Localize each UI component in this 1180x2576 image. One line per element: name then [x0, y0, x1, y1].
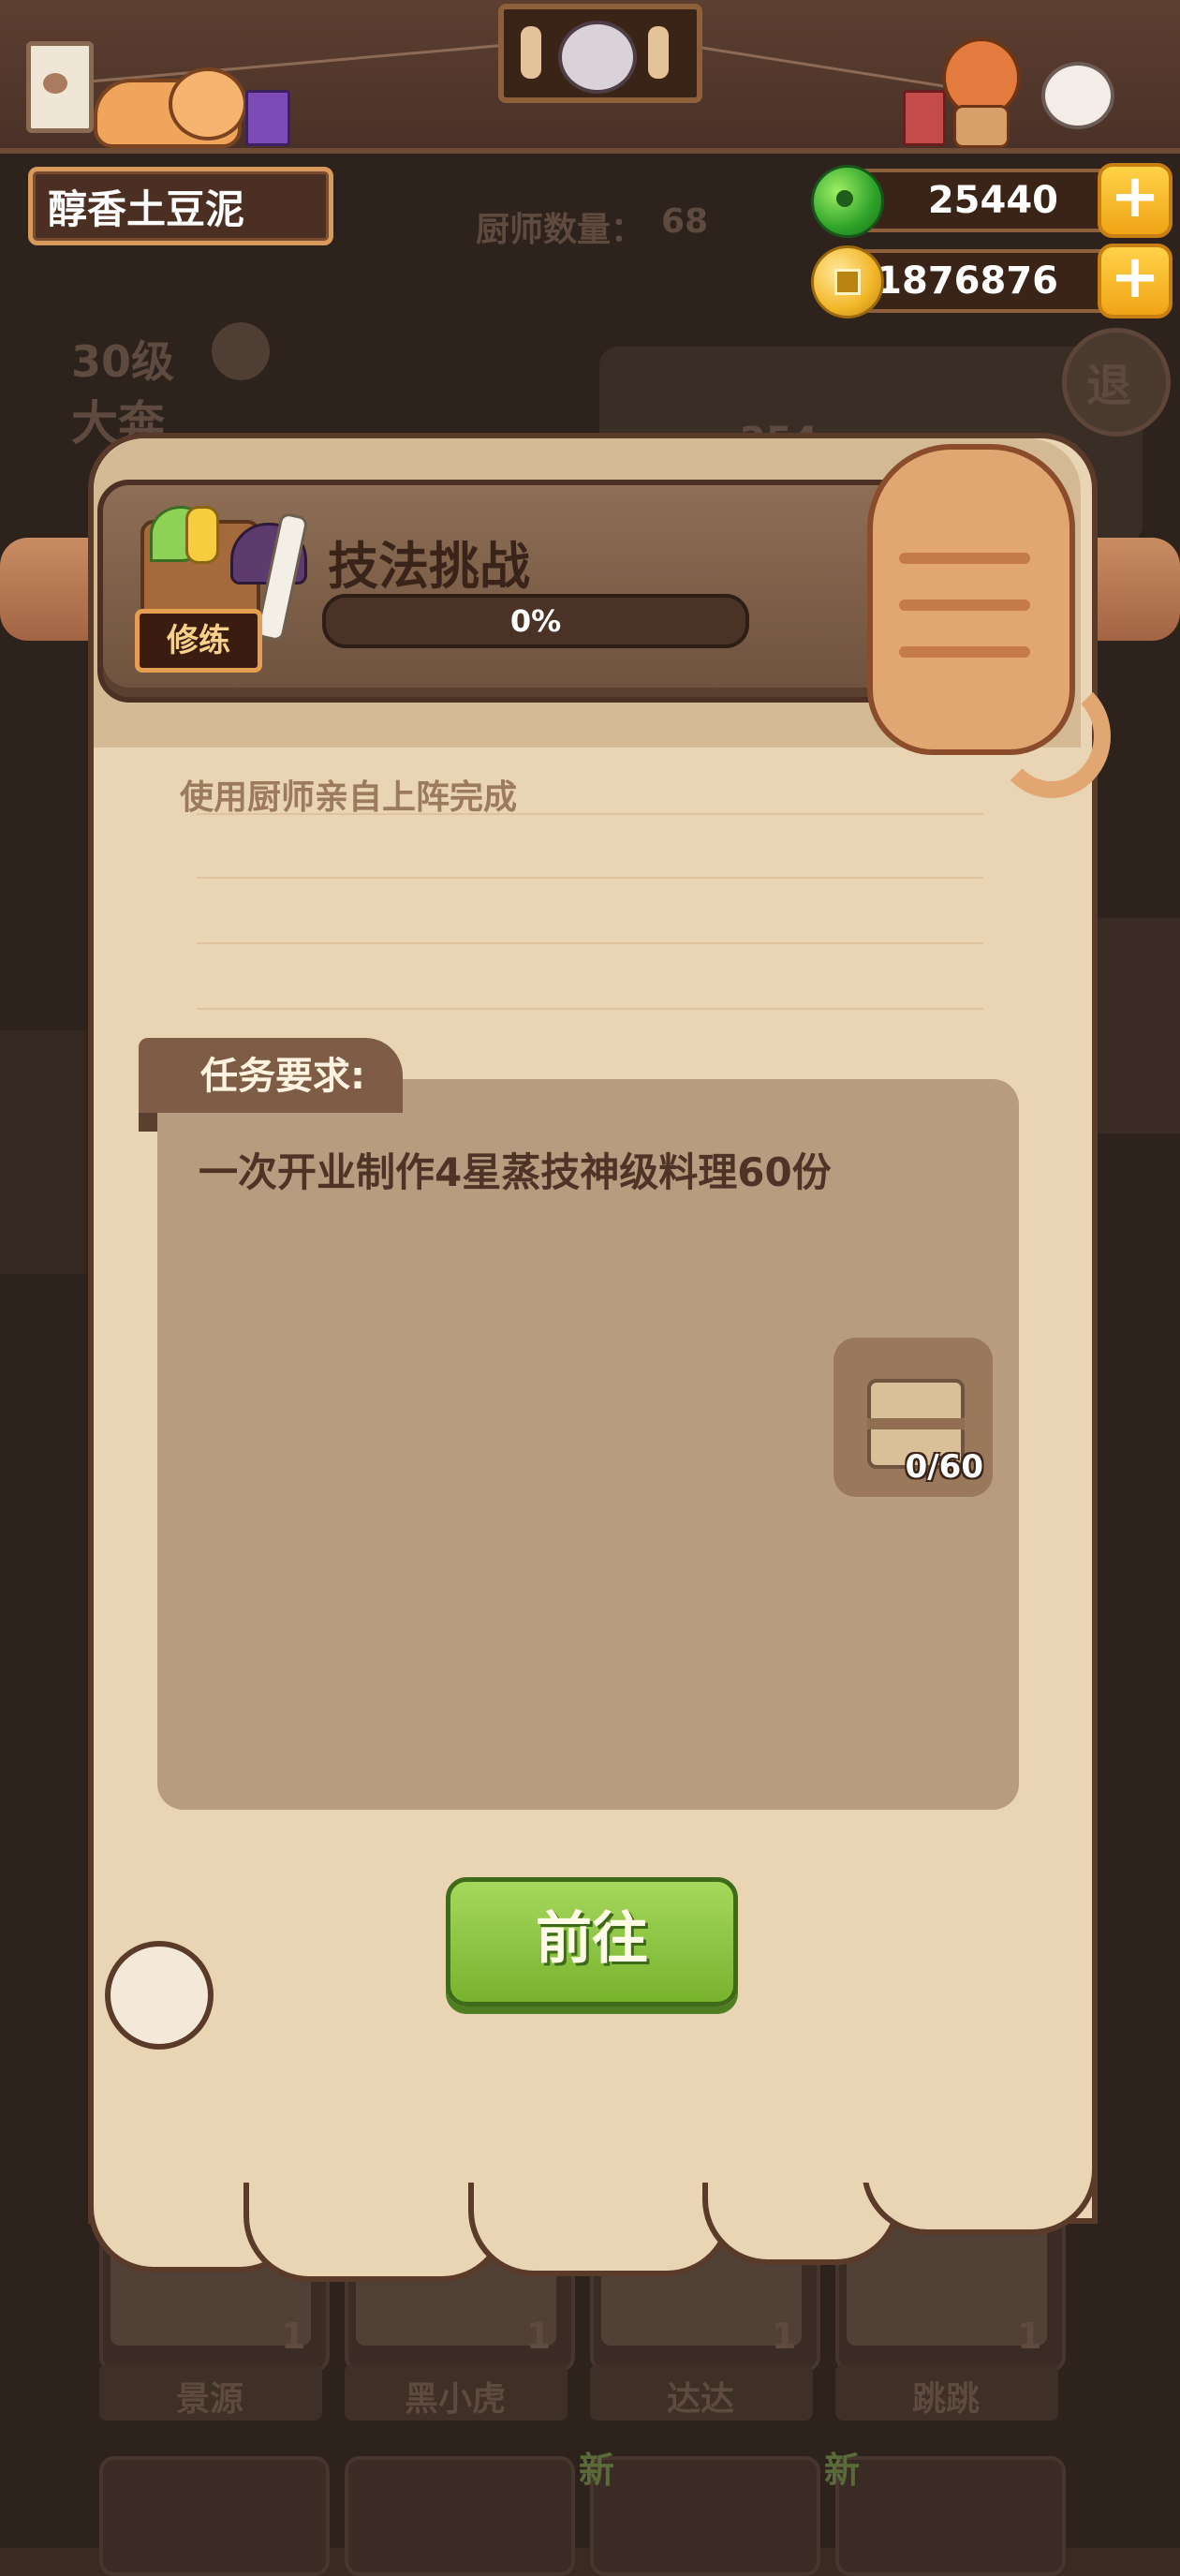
- cat-stripe: [899, 600, 1030, 611]
- chef-card-count: 1: [1017, 2316, 1042, 2357]
- paper-line: [197, 813, 983, 815]
- modal-drip-cover: [94, 2145, 1081, 2183]
- background-level: 30级: [71, 336, 175, 387]
- go-button[interactable]: 前往: [446, 1877, 738, 2006]
- background-exit-label: 退: [1086, 360, 1132, 412]
- chef-card-name: 黑小虎: [405, 2380, 507, 2419]
- paw-icon: [43, 73, 67, 94]
- jade-amount: 25440: [927, 179, 1058, 222]
- girl-body-icon: [953, 105, 1010, 148]
- cat-stripe: [899, 553, 1030, 564]
- dish-name-button[interactable]: 醇香土豆泥: [28, 167, 333, 245]
- chef-card-name: 景源: [176, 2380, 244, 2419]
- challenge-progress-bar: 0%: [322, 594, 749, 648]
- paper-line: [197, 1008, 983, 1010]
- cat-stripe: [899, 646, 1030, 658]
- item-progress: 0/60: [905, 1448, 983, 1486]
- chef-card: [835, 2456, 1066, 2576]
- challenge-description: 使用厨师亲自上阵完成: [180, 778, 518, 817]
- background-star-icon: [212, 322, 270, 380]
- chef-card: [345, 2456, 575, 2576]
- purple-stool-icon: [245, 90, 290, 146]
- chef-card-name: 跳跳: [912, 2380, 981, 2419]
- scroll-band: [867, 1418, 965, 1429]
- chef-card-count: 1: [772, 2316, 797, 2357]
- paper-line: [197, 877, 983, 879]
- background-left-card: [0, 1030, 86, 1274]
- requirement-tab: 任务要求:: [139, 1038, 403, 1113]
- chef-card: [590, 2456, 820, 2576]
- chef-card-count: 1: [526, 2316, 552, 2357]
- scroll-handle-right: [648, 26, 669, 79]
- bubble-icon: [105, 1941, 214, 2050]
- gold-coin-icon: [811, 245, 884, 318]
- glasses-cat-icon: [558, 21, 637, 94]
- corn-icon: [185, 506, 219, 564]
- requirement-text: 一次开业制作4星蒸技神级料理60份: [199, 1149, 832, 1195]
- new-badge: 新: [579, 2450, 615, 2491]
- training-tag: 修练: [135, 609, 262, 673]
- chef-count-value: 68: [661, 202, 709, 241]
- challenge-progress-label: 0%: [509, 603, 562, 639]
- cat-tail-icon: [993, 674, 1111, 798]
- cat-head-icon: [169, 67, 247, 141]
- scroll-handle-left: [521, 26, 541, 79]
- jade-icon: [811, 165, 884, 238]
- coin-hole: [834, 269, 861, 295]
- background-side-card: [1086, 918, 1180, 1133]
- add-gold-button[interactable]: +: [1098, 244, 1173, 318]
- add-jade-button[interactable]: +: [1098, 163, 1173, 238]
- red-stool-icon: [903, 90, 946, 146]
- jade-hole: [836, 190, 853, 207]
- white-cat-icon: [1041, 62, 1114, 129]
- challenge-title: 技法挑战: [328, 537, 530, 596]
- paper-line: [197, 942, 983, 944]
- chef-card-name: 达达: [667, 2380, 735, 2419]
- chef-count-label: 厨师数量：: [476, 211, 645, 249]
- gold-amount: 1876876: [876, 259, 1058, 303]
- chef-card: [99, 2456, 330, 2576]
- chef-card-count: 1: [281, 2316, 306, 2357]
- item-slot[interactable]: 0/60: [833, 1338, 993, 1497]
- new-badge: 新: [824, 2450, 861, 2491]
